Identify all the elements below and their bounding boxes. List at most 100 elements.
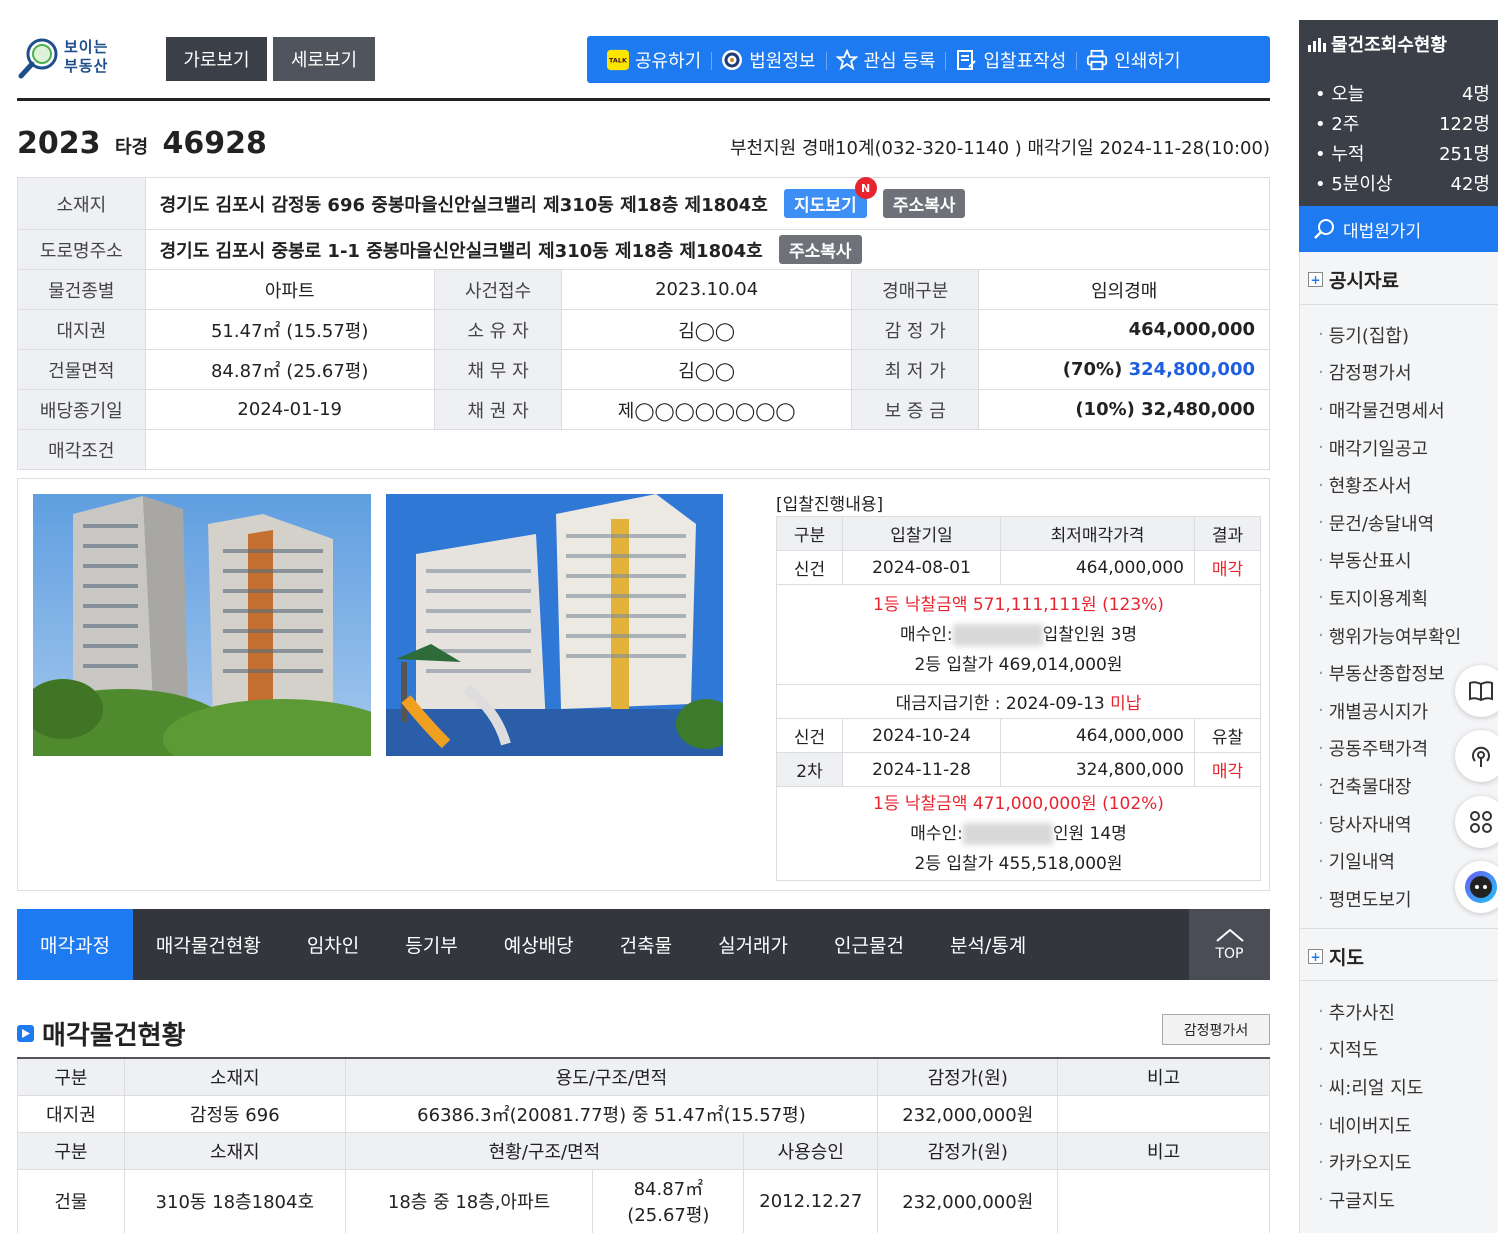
copy-road-address-button[interactable]: 주소복사 bbox=[778, 235, 862, 264]
share-button[interactable]: TALK 공유하기 bbox=[597, 47, 711, 73]
public-docs-header[interactable]: + 공시자료 bbox=[1308, 266, 1399, 293]
tab-sale-process[interactable]: 매각과정 bbox=[17, 909, 133, 980]
chevron-up-icon bbox=[1215, 928, 1244, 942]
stat-value: 251명 bbox=[1439, 144, 1490, 165]
action-toolbar: TALK 공유하기 법원정보 관심 등록 입찰표작성 인쇄하기 bbox=[587, 36, 1270, 83]
map-link[interactable]: 카카오지도 bbox=[1318, 1143, 1423, 1181]
appraisal-value: 464,000,000 bbox=[978, 309, 1270, 350]
chatbot-float-button[interactable] bbox=[1455, 861, 1498, 913]
bid-form-button[interactable]: 입찰표작성 bbox=[945, 47, 1076, 73]
info-label: 건물면적 bbox=[17, 349, 146, 390]
vertical-view-button[interactable]: 세로보기 bbox=[273, 37, 375, 81]
land-header: 감정가(원) bbox=[877, 1057, 1059, 1096]
doc-link[interactable]: 공동주택가격 bbox=[1318, 730, 1461, 768]
supreme-court-link[interactable]: 대법원가기 bbox=[1299, 206, 1498, 252]
building-area-pyeong: (25.67평) bbox=[627, 1205, 710, 1226]
doc-link[interactable]: 감정평가서 bbox=[1318, 354, 1461, 392]
stat-value: 42명 bbox=[1450, 174, 1490, 195]
building-header: 구분 bbox=[17, 1131, 125, 1170]
doc-link[interactable]: 건축물대장 bbox=[1318, 767, 1461, 805]
doc-link[interactable]: 부동산표시 bbox=[1318, 542, 1461, 580]
doc-link[interactable]: 개별공시지가 bbox=[1318, 692, 1461, 730]
map-link[interactable]: 지적도 bbox=[1318, 1031, 1423, 1069]
print-label: 인쇄하기 bbox=[1114, 50, 1181, 72]
doc-link[interactable]: 기일내역 bbox=[1318, 842, 1461, 880]
winning-bid-2: 1등 낙찰금액 471,000,000원 (102%) bbox=[873, 793, 1164, 814]
book-float-button[interactable] bbox=[1455, 665, 1498, 717]
apps-float-button[interactable] bbox=[1455, 796, 1498, 848]
property-photo-1[interactable] bbox=[33, 494, 371, 756]
bid-round: 2차 bbox=[776, 752, 843, 787]
stat-row: • 5분이상 42명 bbox=[1315, 168, 1490, 198]
address-cell: 경기도 김포시 감정동 696 중봉마을신안실크밸리 제310동 제18층 제1… bbox=[144, 177, 1271, 230]
land-header: 소재지 bbox=[123, 1057, 346, 1096]
bid-date: 2024-08-01 bbox=[842, 550, 1001, 585]
bid-header: 구분 bbox=[776, 516, 843, 551]
doc-link[interactable]: 행위가능여부확인 bbox=[1318, 617, 1461, 655]
redacted-name bbox=[962, 822, 1053, 845]
building-cell: 2012.12.27 bbox=[743, 1168, 879, 1233]
info-value: 2024-01-19 bbox=[144, 389, 435, 430]
search-icon bbox=[1314, 219, 1334, 239]
doc-link[interactable]: 당사자내역 bbox=[1318, 805, 1461, 843]
print-button[interactable]: 인쇄하기 bbox=[1076, 47, 1190, 73]
scroll-top-button[interactable]: TOP bbox=[1189, 909, 1270, 980]
public-docs-title: 공시자료 bbox=[1329, 270, 1399, 292]
play-icon bbox=[17, 1025, 34, 1042]
doc-link[interactable]: 매각기일공고 bbox=[1318, 429, 1461, 467]
info-label: 경매구분 bbox=[850, 269, 980, 310]
tab-building[interactable]: 건축물 bbox=[597, 909, 695, 980]
horizontal-view-button[interactable]: 가로보기 bbox=[166, 37, 267, 81]
case-type: 타경 bbox=[114, 137, 149, 158]
site-logo[interactable]: 보이는 부동산 bbox=[18, 36, 128, 82]
doc-link[interactable]: 평면도보기 bbox=[1318, 880, 1461, 918]
logo-text-1: 보이는 bbox=[64, 38, 109, 56]
doc-link[interactable]: 등기(집합) bbox=[1318, 316, 1461, 354]
info-value: 2023.10.04 bbox=[561, 269, 852, 310]
doc-link[interactable]: 부동산종합정보 bbox=[1318, 654, 1461, 692]
land-header: 구분 bbox=[17, 1057, 125, 1096]
map-view-button[interactable]: 지도보기 N bbox=[784, 177, 877, 218]
info-value: 임의경매 bbox=[978, 269, 1270, 310]
map-link[interactable]: 추가사진 bbox=[1318, 993, 1423, 1031]
doc-link[interactable]: 토지이용계획 bbox=[1318, 579, 1461, 617]
stat-value: 122명 bbox=[1439, 114, 1490, 135]
buyer-suffix: 인원 14명 bbox=[1052, 823, 1127, 844]
logo-text-2: 부동산 bbox=[64, 57, 109, 75]
tab-analysis[interactable]: 분석/통계 bbox=[927, 909, 1049, 980]
bid-detail-2: 1등 낙찰금액 471,000,000원 (102%) 매수인: 인원 14명 2… bbox=[776, 786, 1261, 881]
appraisal-report-button[interactable]: 감정평가서 bbox=[1162, 1014, 1270, 1045]
land-cell: 232,000,000원 bbox=[877, 1094, 1059, 1133]
favorite-button[interactable]: 관심 등록 bbox=[825, 47, 946, 73]
doc-link[interactable]: 현황조사서 bbox=[1318, 466, 1461, 504]
sidebar-divider bbox=[1300, 980, 1498, 981]
land-cell: 66386.3㎡(20081.77평) 중 51.47㎡(15.57평) bbox=[344, 1094, 879, 1133]
section-title: 매각물건현황 bbox=[17, 1015, 186, 1052]
building-cell: 건물 bbox=[17, 1168, 125, 1233]
map-link[interactable]: 씨:리얼 지도 bbox=[1318, 1068, 1424, 1106]
map-link[interactable]: 네이버지도 bbox=[1318, 1106, 1423, 1144]
court-info-button[interactable]: 법원정보 bbox=[711, 47, 825, 73]
view-stats: • 오늘 4명 • 2주 122명 • 누적 251명 • 5분이상 42명 bbox=[1299, 68, 1498, 206]
property-photo-2[interactable] bbox=[386, 494, 723, 756]
top-label: TOP bbox=[1215, 945, 1244, 962]
tab-tenants[interactable]: 임차인 bbox=[284, 909, 382, 980]
tab-registry[interactable]: 등기부 bbox=[382, 909, 480, 980]
court-emblem-icon bbox=[721, 49, 743, 71]
map-header[interactable]: + 지도 bbox=[1308, 943, 1364, 970]
tab-nearby[interactable]: 인근물건 bbox=[811, 909, 927, 980]
copy-address-button[interactable]: 주소복사 bbox=[882, 189, 966, 218]
detail-tabs: 매각과정 매각물건현황 임차인 등기부 예상배당 건축물 실거래가 인근물건 분… bbox=[17, 909, 1270, 980]
broadcast-float-button[interactable] bbox=[1455, 730, 1498, 782]
info-label: 대지권 bbox=[17, 309, 146, 350]
tab-real-transaction[interactable]: 실거래가 bbox=[695, 909, 811, 980]
stat-row: • 오늘 4명 bbox=[1315, 78, 1490, 108]
map-link[interactable]: 구글지도 bbox=[1318, 1181, 1423, 1219]
case-number: 2023 타경 46928 bbox=[17, 126, 267, 161]
info-label: 사건접수 bbox=[433, 269, 563, 310]
doc-link[interactable]: 매각물건명세서 bbox=[1318, 391, 1461, 429]
tab-sale-items[interactable]: 매각물건현황 bbox=[133, 909, 284, 980]
doc-link[interactable]: 문건/송달내역 bbox=[1318, 504, 1461, 542]
tab-expected-dividend[interactable]: 예상배당 bbox=[481, 909, 597, 980]
case-num: 46928 bbox=[162, 126, 267, 161]
